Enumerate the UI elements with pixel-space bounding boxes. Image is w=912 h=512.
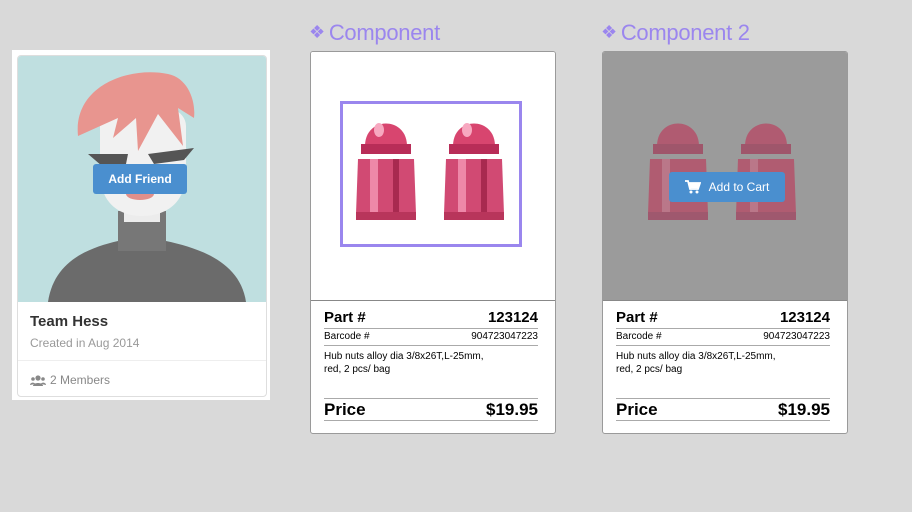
- product-image-frame[interactable]: [340, 101, 522, 247]
- price-value: $19.95: [486, 400, 538, 419]
- component-icon: ❖: [601, 22, 617, 42]
- divider: [616, 328, 830, 329]
- component-icon: ❖: [309, 22, 325, 42]
- product-image-area: Add to Cart: [603, 52, 847, 300]
- divider: [616, 420, 830, 421]
- part-number: 123124: [779, 309, 830, 326]
- component-2-heading: ❖ Component 2: [601, 20, 750, 46]
- description-line: Hub nuts alloy dia 3/8x26T,L-25mm,: [616, 351, 776, 362]
- team-created-date: Created in Aug 2014: [30, 336, 140, 350]
- divider: [616, 398, 830, 399]
- divider: [616, 345, 830, 346]
- divider: [324, 328, 538, 329]
- divider: [311, 300, 555, 301]
- part-number-row: Part # 123124: [616, 309, 830, 326]
- part-label: Part #: [616, 309, 658, 326]
- part-number-row: Part # 123124: [324, 309, 538, 326]
- price-row: Price $19.95: [616, 400, 830, 420]
- divider: [603, 300, 847, 301]
- part-number: 123124: [487, 309, 538, 326]
- barcode-label: Barcode #: [324, 331, 370, 342]
- barcode-row: Barcode # 904723047223: [616, 331, 830, 342]
- component-heading: ❖ Component: [309, 20, 440, 46]
- shopping-cart-icon: [684, 180, 701, 194]
- team-card[interactable]: Add Friend Team Hess Created in Aug 2014…: [17, 55, 267, 397]
- description-line: red, 2 pcs/ bag: [616, 364, 683, 375]
- team-members-link[interactable]: 2 Members: [30, 373, 110, 387]
- product-card-hover[interactable]: Add to Cart Part # 123124 Barcode # 9047…: [602, 51, 848, 434]
- hub-nuts-image: [356, 123, 504, 220]
- team-card-container: Add Friend Team Hess Created in Aug 2014…: [12, 50, 270, 400]
- component-heading-text: Component: [328, 20, 440, 45]
- description-line: red, 2 pcs/ bag: [324, 364, 391, 375]
- price-label: Price: [324, 400, 366, 419]
- barcode-value: 904723047223: [471, 331, 538, 342]
- product-description: Hub nuts alloy dia 3/8x26T,L-25mm, red, …: [616, 350, 816, 376]
- users-icon: [30, 374, 46, 386]
- product-description: Hub nuts alloy dia 3/8x26T,L-25mm, red, …: [324, 350, 524, 376]
- price-value: $19.95: [778, 400, 830, 419]
- product-image-area: [311, 52, 555, 300]
- price-row: Price $19.95: [324, 400, 538, 420]
- component-heading-text: Component 2: [620, 20, 750, 45]
- barcode-label: Barcode #: [616, 331, 662, 342]
- team-avatar-image: Add Friend: [18, 56, 266, 302]
- add-to-cart-label: Add to Cart: [708, 180, 770, 194]
- divider: [324, 420, 538, 421]
- divider: [18, 360, 266, 361]
- price-label: Price: [616, 400, 658, 419]
- barcode-value: 904723047223: [763, 331, 830, 342]
- divider: [324, 345, 538, 346]
- add-friend-button[interactable]: Add Friend: [93, 164, 187, 194]
- team-name[interactable]: Team Hess: [30, 313, 108, 330]
- barcode-row: Barcode # 904723047223: [324, 331, 538, 342]
- part-label: Part #: [324, 309, 366, 326]
- members-count: 2 Members: [50, 373, 111, 387]
- product-card[interactable]: Part # 123124 Barcode # 904723047223 Hub…: [310, 51, 556, 434]
- divider: [324, 398, 538, 399]
- description-line: Hub nuts alloy dia 3/8x26T,L-25mm,: [324, 351, 484, 362]
- add-to-cart-button[interactable]: Add to Cart: [669, 172, 785, 202]
